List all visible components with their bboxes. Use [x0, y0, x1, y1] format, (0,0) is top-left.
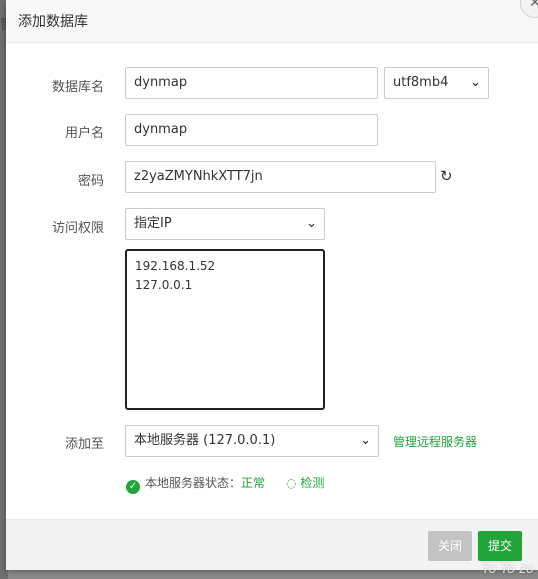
dialog-footer: 关闭 提交 — [6, 519, 538, 570]
watermark: Yo Yo zo — [482, 562, 534, 577]
add-to-label: 添加至 — [64, 437, 104, 452]
charset-value: utf8mb4 — [393, 75, 449, 90]
server-status-row: ✓ 本地服务器状态：正常 — [126, 474, 265, 494]
db-name-input[interactable]: dynmap — [125, 67, 378, 99]
chevron-down-icon: ⌄ — [306, 216, 317, 231]
ip-line: 127.0.0.1 — [135, 278, 193, 292]
status-text: 本地服务器状态： — [145, 476, 242, 490]
detect-label: 检测 — [300, 476, 325, 490]
refresh-circle-icon: ◌ — [286, 476, 297, 490]
submit-button[interactable]: 提交 — [477, 531, 522, 561]
dialog-header: 添加数据库 — [6, 0, 538, 43]
server-value: 本地服务器 (127.0.0.1) — [134, 433, 276, 448]
detect-link[interactable]: ◌ 检测 — [286, 474, 324, 491]
refresh-icon[interactable]: ↻ — [440, 167, 453, 185]
access-label: 访问权限 — [51, 221, 104, 236]
username-input[interactable]: dynmap — [125, 114, 378, 146]
check-circle-icon: ✓ — [126, 480, 140, 494]
username-label: 用户名 — [64, 126, 104, 141]
charset-select[interactable]: utf8mb4 ⌄ — [384, 67, 489, 99]
access-select[interactable]: 指定IP ⌄ — [125, 208, 325, 240]
access-value: 指定IP — [134, 216, 172, 231]
server-select[interactable]: 本地服务器 (127.0.0.1) ⌄ — [125, 425, 379, 457]
db-name-label: 数据库名 — [51, 80, 104, 95]
status-value: 正常 — [241, 476, 266, 490]
ip-list-textarea[interactable]: 192.168.1.52 127.0.0.1 — [125, 249, 325, 410]
close-button[interactable]: 关闭 — [427, 531, 472, 561]
ip-line: 192.168.1.52 — [135, 259, 216, 273]
password-label: 密码 — [77, 174, 104, 189]
password-input[interactable]: z2yaZMYNhkXTT7jn — [125, 161, 436, 193]
add-database-dialog: 添加数据库 ✕ 数据库名 dynmap utf8mb4 ⌄ 用户名 dynmap… — [6, 0, 538, 570]
manage-remote-servers-link[interactable]: 管理远程服务器 — [393, 433, 477, 450]
chevron-down-icon: ⌄ — [360, 433, 371, 448]
chevron-down-icon: ⌄ — [470, 75, 481, 90]
dialog-title: 添加数据库 — [18, 14, 88, 30]
